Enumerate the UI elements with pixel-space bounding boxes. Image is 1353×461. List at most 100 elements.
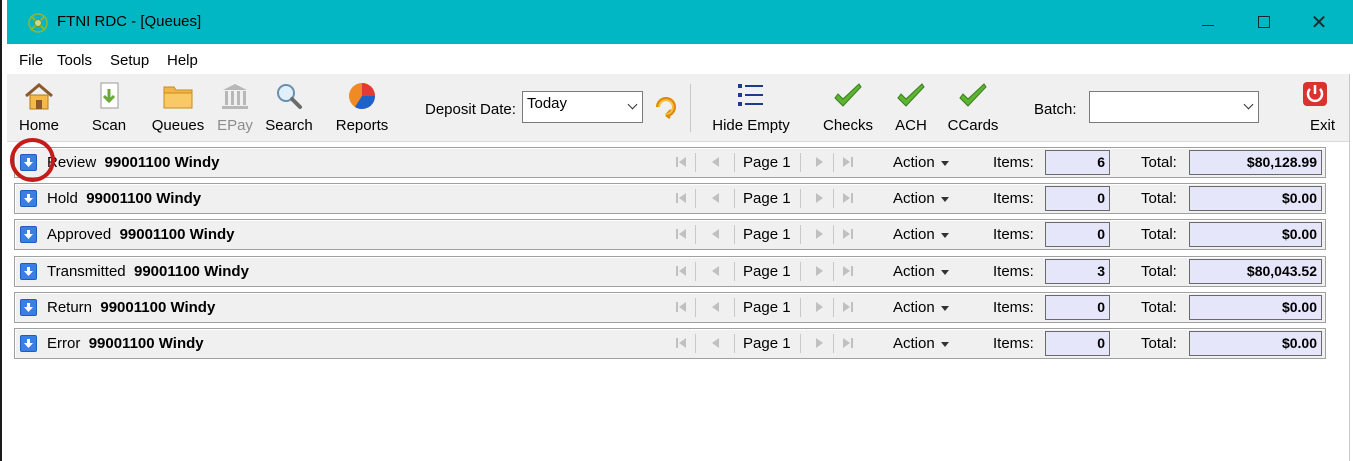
hide-empty-button[interactable]: Hide Empty (703, 78, 799, 138)
ccards-toggle[interactable]: CCards (940, 78, 1006, 138)
bank-icon (222, 84, 248, 109)
minimize-icon (1202, 24, 1214, 26)
reports-label: Reports (335, 117, 389, 134)
caret-down-icon (940, 305, 949, 311)
action-dropdown[interactable]: Action (893, 226, 949, 243)
total-label: Total: (1141, 190, 1177, 207)
home-button[interactable]: Home (15, 78, 63, 138)
nav-separator (695, 189, 696, 208)
scan-icon (100, 82, 119, 109)
queue-row-return: Return 99001100 Windy Page 1 Action Item… (14, 292, 1326, 323)
expand-button[interactable] (20, 263, 37, 280)
next-page-icon[interactable] (812, 153, 826, 171)
last-page-icon[interactable] (841, 298, 855, 316)
last-page-icon[interactable] (841, 225, 855, 243)
nav-separator (695, 298, 696, 317)
action-dropdown[interactable]: Action (893, 335, 949, 352)
menu-setup[interactable]: Setup (110, 52, 149, 69)
next-page-icon[interactable] (812, 262, 826, 280)
last-page-icon[interactable] (841, 262, 855, 280)
items-count: 0 (1045, 222, 1110, 247)
action-dropdown[interactable]: Action (893, 190, 949, 207)
menu-help[interactable]: Help (167, 52, 198, 69)
first-page-icon[interactable] (674, 189, 688, 207)
arrow-down-icon (24, 267, 33, 276)
list-icon (738, 84, 763, 106)
search-button[interactable]: Search (261, 78, 317, 138)
exit-button[interactable]: Exit (1291, 78, 1339, 138)
first-page-icon[interactable] (674, 298, 688, 316)
items-label: Items: (993, 154, 1034, 171)
expand-button[interactable] (20, 226, 37, 243)
deposit-date-select[interactable]: Today (522, 91, 643, 123)
epay-button[interactable]: EPay (213, 78, 257, 138)
ach-toggle[interactable]: ACH (887, 78, 935, 138)
next-page-icon[interactable] (812, 225, 826, 243)
nav-separator (833, 334, 834, 353)
items-label: Items: (993, 226, 1034, 243)
first-page-icon[interactable] (674, 262, 688, 280)
last-page-icon[interactable] (841, 153, 855, 171)
prev-page-icon[interactable] (709, 189, 723, 207)
checkmark-icon (897, 83, 925, 107)
first-page-icon[interactable] (674, 334, 688, 352)
items-label: Items: (993, 263, 1034, 280)
action-dropdown[interactable]: Action (893, 263, 949, 280)
prev-page-icon[interactable] (709, 334, 723, 352)
batch-select[interactable] (1089, 91, 1259, 123)
action-label: Action (893, 226, 935, 243)
maximize-button[interactable] (1241, 0, 1287, 44)
first-page-icon[interactable] (674, 153, 688, 171)
scan-button[interactable]: Scan (87, 78, 131, 138)
search-label: Search (265, 117, 313, 134)
toolbar-separator (690, 84, 691, 132)
minimize-button[interactable] (1185, 0, 1231, 44)
maximize-icon (1258, 16, 1270, 28)
prev-page-icon[interactable] (709, 298, 723, 316)
next-page-icon[interactable] (812, 298, 826, 316)
prev-page-icon[interactable] (709, 225, 723, 243)
expand-button[interactable] (20, 299, 37, 316)
expand-button[interactable] (20, 335, 37, 352)
window-frame-right (1349, 74, 1350, 461)
exit-label: Exit (1309, 117, 1335, 134)
next-page-icon[interactable] (812, 334, 826, 352)
queue-row-approved: Approved 99001100 Windy Page 1 Action It… (14, 219, 1326, 250)
hide-empty-label: Hide Empty (712, 117, 790, 134)
app-window: FTNI RDC - [Queues] ✕ File Tools Setup H… (7, 0, 1353, 461)
action-dropdown[interactable]: Action (893, 299, 949, 316)
prev-page-icon[interactable] (709, 262, 723, 280)
menu-file[interactable]: File (19, 52, 43, 69)
expand-button[interactable] (20, 154, 37, 171)
nav-separator (734, 153, 735, 172)
last-page-icon[interactable] (841, 189, 855, 207)
items-count: 3 (1045, 259, 1110, 284)
title-bar[interactable]: FTNI RDC - [Queues] ✕ (7, 0, 1353, 44)
next-page-icon[interactable] (812, 189, 826, 207)
reports-button[interactable]: Reports (329, 78, 395, 138)
checks-toggle[interactable]: Checks (819, 78, 877, 138)
power-icon (1303, 82, 1327, 106)
deposit-date-value: Today (527, 95, 568, 112)
total-amount: $0.00 (1189, 331, 1322, 356)
close-button[interactable]: ✕ (1296, 0, 1342, 44)
close-icon: ✕ (1310, 11, 1328, 34)
action-dropdown[interactable]: Action (893, 154, 949, 171)
prev-page-icon[interactable] (709, 153, 723, 171)
expand-button[interactable] (20, 190, 37, 207)
nav-separator (800, 153, 801, 172)
app-logo-icon (28, 13, 48, 33)
caret-down-icon (940, 196, 949, 202)
queues-button[interactable]: Queues (147, 78, 209, 138)
last-page-icon[interactable] (841, 334, 855, 352)
menu-tools[interactable]: Tools (57, 52, 92, 69)
nav-separator (833, 298, 834, 317)
first-page-icon[interactable] (674, 225, 688, 243)
nav-separator (833, 153, 834, 172)
ccards-label: CCards (947, 117, 999, 134)
queue-account: 99001100 Windy (100, 299, 216, 316)
refresh-icon[interactable] (654, 95, 678, 119)
chevron-down-icon (1243, 99, 1254, 110)
home-label: Home (18, 117, 59, 134)
page-indicator: Page 1 (743, 190, 791, 207)
